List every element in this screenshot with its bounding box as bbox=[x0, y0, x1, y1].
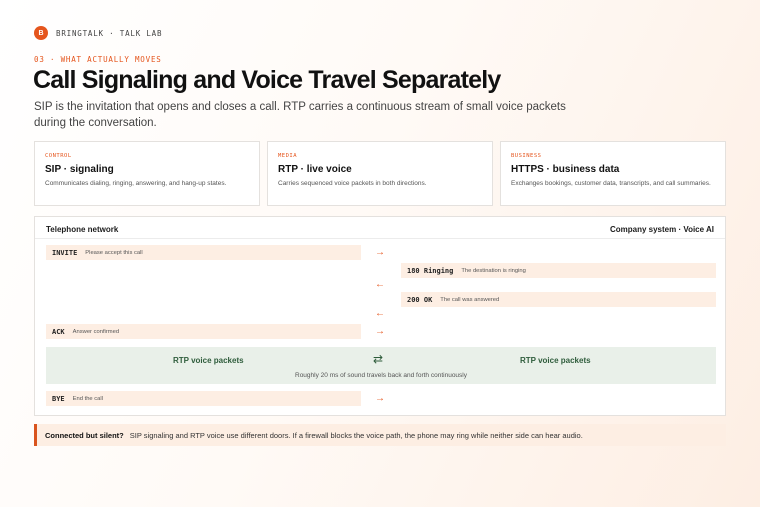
message-bye: BYE End the call bbox=[46, 391, 361, 406]
card-title: SIP · signaling bbox=[45, 164, 114, 175]
rtp-left-label: RTP voice packets bbox=[173, 356, 244, 365]
bidirectional-arrows-icon: ⇄ bbox=[373, 352, 384, 366]
right-participant: Company system · Voice AI bbox=[609, 225, 714, 234]
card-business: BUSINESS HTTPS · business data Exchanges… bbox=[500, 141, 726, 206]
brand-logo: B bbox=[34, 26, 48, 40]
warning-callout: Connected but silent? SIP signaling and … bbox=[34, 424, 726, 446]
message-ringing: 180 Ringing The destination is ringing bbox=[401, 263, 716, 278]
card-desc: Communicates dialing, ringing, answering… bbox=[45, 180, 227, 187]
message-ack: ACK Answer confirmed bbox=[46, 324, 361, 339]
arrow-left-icon: ← bbox=[375, 279, 385, 290]
message-desc: Answer confirmed bbox=[72, 328, 120, 335]
message-invite: INVITE Please accept this call bbox=[46, 245, 361, 260]
message-code: ACK bbox=[52, 327, 65, 336]
card-desc: Carries sequenced voice packets in both … bbox=[278, 180, 427, 187]
page-title: Call Signaling and Voice Travel Separate… bbox=[33, 66, 501, 94]
card-desc: Exchanges bookings, customer data, trans… bbox=[511, 180, 711, 187]
card-title: RTP · live voice bbox=[278, 164, 352, 175]
card-title: HTTPS · business data bbox=[511, 164, 620, 175]
rtp-note: Roughly 20 ms of sound travels back and … bbox=[295, 372, 467, 379]
protocol-cards: CONTROL SIP · signaling Communicates dia… bbox=[34, 141, 726, 206]
message-code: INVITE bbox=[52, 248, 78, 257]
page-subtitle: SIP is the invitation that opens and clo… bbox=[34, 101, 566, 129]
callout-text: SIP signaling and RTP voice use differen… bbox=[129, 430, 583, 440]
rtp-right-label: RTP voice packets bbox=[520, 356, 591, 365]
section-eyebrow: 03 · WHAT ACTUALLY MOVES bbox=[34, 55, 162, 64]
left-participant: Telephone network bbox=[46, 225, 119, 234]
sequence-diagram: Telephone network Company system · Voice… bbox=[34, 216, 726, 416]
arrow-right-icon: → bbox=[375, 393, 385, 404]
card-media: MEDIA RTP · live voice Carries sequenced… bbox=[267, 141, 493, 206]
card-label: CONTROL bbox=[45, 153, 72, 159]
message-code: 200 OK bbox=[407, 295, 433, 304]
brand-name: BRINGTALK · TALK LAB bbox=[56, 28, 163, 38]
rtp-stream: RTP voice packets ⇄ RTP voice packets Ro… bbox=[46, 347, 716, 384]
message-desc: End the call bbox=[72, 395, 103, 402]
callout-title: Connected but silent? bbox=[45, 430, 124, 440]
card-label: MEDIA bbox=[278, 153, 298, 159]
card-control: CONTROL SIP · signaling Communicates dia… bbox=[34, 141, 260, 206]
arrow-right-icon: → bbox=[375, 247, 385, 258]
brand: B BRINGTALK · TALK LAB bbox=[34, 26, 162, 40]
card-label: BUSINESS bbox=[511, 153, 542, 159]
arrow-left-icon: ← bbox=[375, 308, 385, 319]
message-desc: The destination is ringing bbox=[461, 267, 526, 274]
message-desc: The call was answered bbox=[440, 296, 500, 303]
message-code: BYE bbox=[52, 394, 65, 403]
diagram-header: Telephone network Company system · Voice… bbox=[35, 217, 725, 239]
message-code: 180 Ringing bbox=[407, 266, 454, 275]
arrow-right-icon: → bbox=[375, 326, 385, 337]
message-desc: Please accept this call bbox=[85, 249, 143, 256]
message-ok: 200 OK The call was answered bbox=[401, 292, 716, 307]
